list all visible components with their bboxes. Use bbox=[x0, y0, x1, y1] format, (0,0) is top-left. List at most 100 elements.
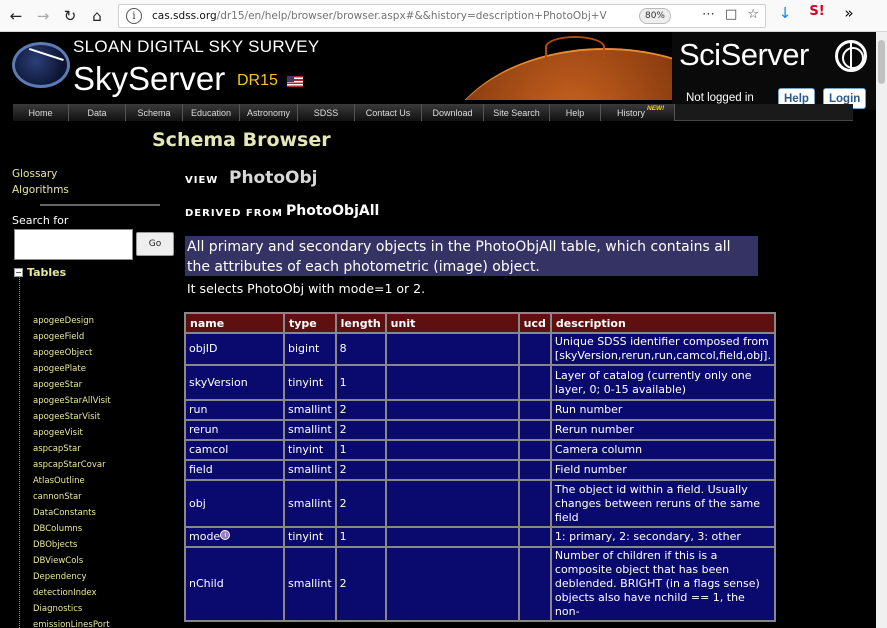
reload-icon[interactable]: ↻ bbox=[59, 5, 81, 27]
table-link[interactable]: apogeeDesign bbox=[33, 316, 94, 326]
table-cell bbox=[519, 528, 550, 546]
table-link[interactable]: apogeeObject bbox=[33, 348, 92, 358]
sciserver-logo[interactable]: SciServer bbox=[679, 37, 809, 73]
pocket-icon[interactable]: □ bbox=[725, 7, 737, 22]
tables-label[interactable]: Tables bbox=[27, 266, 66, 279]
table-cell bbox=[386, 421, 518, 439]
url-text[interactable]: cas.sdss.org/dr15/en/help/browser/browse… bbox=[152, 10, 607, 22]
back-icon[interactable]: ← bbox=[5, 5, 27, 27]
table-link[interactable]: aspcapStar bbox=[33, 444, 81, 454]
algorithms-link[interactable]: Algorithms bbox=[12, 184, 69, 196]
table-row: field smallint 2 Field number bbox=[186, 461, 774, 479]
go-button[interactable]: Go bbox=[136, 232, 174, 256]
col-header-type: type bbox=[285, 314, 335, 332]
table-cell: tinyint bbox=[285, 366, 335, 399]
table-cell: tinyint bbox=[285, 441, 335, 459]
menu-schema[interactable]: Schema bbox=[126, 104, 183, 121]
menu-astronomy[interactable]: Astronomy bbox=[240, 104, 298, 121]
table-cell bbox=[519, 401, 550, 419]
table-link[interactable]: apogeePlate bbox=[33, 364, 86, 374]
table-row: obj smallint 2 The object id within a field… bbox=[186, 481, 774, 526]
table-cell bbox=[519, 548, 550, 620]
more-actions-icon[interactable]: ⋯ bbox=[702, 7, 715, 22]
menu-site-search[interactable]: Site Search bbox=[484, 104, 550, 121]
table-link[interactable]: DBObjects bbox=[33, 540, 77, 550]
table-link[interactable]: cannonStar bbox=[33, 492, 82, 502]
table-cell bbox=[519, 334, 550, 364]
banner-sun-image bbox=[430, 34, 680, 100]
table-row: rerun smallint 2 Rerun number bbox=[186, 421, 774, 439]
menu-home[interactable]: Home bbox=[13, 104, 69, 121]
table-link[interactable]: Diagnostics bbox=[33, 604, 82, 614]
zoom-indicator[interactable]: 80% bbox=[639, 8, 671, 24]
table-row: skyVersion tinyint 1 Layer of catalog (curr… bbox=[186, 366, 774, 399]
table-link[interactable]: emissionLinesPort bbox=[33, 620, 110, 628]
tables-header[interactable]: − Tables bbox=[14, 266, 66, 279]
menu-education[interactable]: Education bbox=[183, 104, 240, 121]
derived-label: DERIVED FROM bbox=[185, 208, 283, 219]
table-cell: run bbox=[186, 401, 283, 419]
table-cell: smallint bbox=[285, 461, 335, 479]
table-link[interactable]: apogeeStarVisit bbox=[33, 412, 100, 422]
menu-data[interactable]: Data bbox=[69, 104, 126, 121]
table-row: camcol tinyint 1 Camera column bbox=[186, 441, 774, 459]
table-link[interactable]: detectionIndex bbox=[33, 588, 97, 598]
overflow-menu-icon[interactable]: » bbox=[840, 4, 858, 22]
extension-icon[interactable]: S! bbox=[808, 4, 826, 22]
table-cell: tinyint bbox=[285, 528, 335, 546]
table-cell: obj bbox=[186, 481, 283, 526]
view-name: PhotoObj bbox=[229, 168, 318, 188]
table-cell bbox=[386, 366, 518, 399]
forward-icon[interactable]: → bbox=[32, 5, 54, 27]
table-link[interactable]: Dependency bbox=[33, 572, 87, 582]
menu-sdss[interactable]: SDSS bbox=[298, 104, 355, 121]
search-label: Search for bbox=[12, 214, 69, 227]
table-link[interactable]: DBColumns bbox=[33, 524, 82, 534]
site-info-icon[interactable]: i bbox=[126, 8, 142, 24]
menu-contact-us[interactable]: Contact Us bbox=[355, 104, 422, 121]
new-badge: NEW! bbox=[647, 105, 665, 112]
table-cell bbox=[386, 461, 518, 479]
table-link[interactable]: AtlasOutline bbox=[33, 476, 85, 486]
table-link[interactable]: DBViewCols bbox=[33, 556, 83, 566]
derived-name[interactable]: PhotoObjAll bbox=[286, 203, 379, 219]
search-input[interactable] bbox=[14, 229, 133, 260]
sdss-logo-icon[interactable] bbox=[12, 42, 70, 88]
login-status: Not logged in bbox=[686, 92, 754, 104]
scrollbar-thumb[interactable] bbox=[878, 40, 885, 84]
home-icon[interactable]: ⌂ bbox=[86, 5, 108, 27]
table-cell bbox=[386, 441, 518, 459]
table-link[interactable]: aspcapStarCovar bbox=[33, 460, 106, 470]
url-domain: cas.sdss.org bbox=[152, 10, 217, 22]
table-cell: 1 bbox=[336, 366, 385, 399]
bookmark-star-icon[interactable]: ☆ bbox=[747, 7, 759, 22]
main-menu: Home Data Schema Education Astronomy SDS… bbox=[13, 104, 675, 121]
download-icon[interactable]: ↓ bbox=[776, 4, 794, 22]
info-icon[interactable]: i bbox=[220, 530, 231, 540]
menu-help[interactable]: Help bbox=[550, 104, 601, 121]
table-cell: bigint bbox=[285, 334, 335, 364]
table-link[interactable]: apogeeStarAllVisit bbox=[33, 396, 111, 406]
table-cell: The object id within a field. Usually ch… bbox=[551, 481, 774, 526]
table-link[interactable]: DataConstants bbox=[33, 508, 96, 518]
sciserver-panel: SciServer Not logged in Help Login bbox=[672, 32, 876, 110]
page-scrollbar[interactable] bbox=[876, 32, 887, 628]
table-cell: smallint bbox=[285, 401, 335, 419]
table-cell: Run number bbox=[551, 401, 774, 419]
us-flag-icon[interactable] bbox=[287, 76, 303, 87]
menu-download[interactable]: Download bbox=[422, 104, 484, 121]
address-bar[interactable]: i cas.sdss.org/dr15/en/help/browser/brow… bbox=[118, 4, 766, 28]
table-cell bbox=[519, 366, 550, 399]
table-cell: 1: primary, 2: secondary, 3: other bbox=[551, 528, 774, 546]
table-cell: objID bbox=[186, 334, 283, 364]
col-header-unit: unit bbox=[386, 314, 518, 332]
table-row: mode i tinyint 1 1: primary, 2: secondary, 3… bbox=[186, 528, 774, 546]
table-cell: Rerun number bbox=[551, 421, 774, 439]
app-title[interactable]: SkyServer bbox=[73, 60, 225, 98]
table-link[interactable]: apogeeVisit bbox=[33, 428, 83, 438]
table-cell bbox=[386, 401, 518, 419]
glossary-link[interactable]: Glossary bbox=[12, 168, 57, 180]
table-link[interactable]: apogeeStar bbox=[33, 380, 82, 390]
menu-history[interactable]: History NEW! bbox=[601, 104, 675, 121]
table-link[interactable]: apogeeField bbox=[33, 332, 84, 342]
